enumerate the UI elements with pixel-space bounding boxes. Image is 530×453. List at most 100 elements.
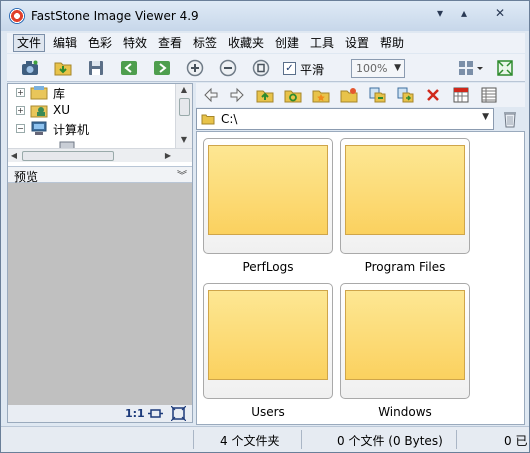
save-button[interactable] [86,58,106,78]
recycle-bin-icon[interactable] [501,109,519,129]
forward-button[interactable] [228,86,246,104]
actual-size-ratio-button[interactable]: 1:1 [125,407,145,420]
scroll-up-icon[interactable]: ▲ [176,84,192,96]
fullscreen-button[interactable] [495,58,515,78]
menu-color[interactable]: 色彩 [85,34,115,52]
move-to-folder-button[interactable] [396,86,414,104]
forward-arrow-icon [230,87,244,103]
preview-footer: 1:1 [8,405,192,422]
next-button[interactable] [152,58,172,78]
preview-header[interactable]: 预览 ︾ [8,166,192,184]
folder-icon [345,290,465,380]
status-folder-count: 4 个文件夹 [220,434,280,448]
menu-effects[interactable]: 特效 [120,34,150,52]
scroll-thumb[interactable] [22,151,114,161]
tree-item-partial[interactable] [8,138,174,148]
folder-icon [208,290,328,380]
scroll-thumb[interactable] [179,98,190,116]
up-folder-button[interactable] [256,86,274,104]
expand-icon[interactable]: + [16,106,25,115]
folder-thumbnail-users[interactable] [203,283,333,399]
zoom-in-button[interactable] [185,58,205,78]
menu-edit[interactable]: 编辑 [50,34,80,52]
previous-button[interactable] [119,58,139,78]
thumbnail-view-icon [459,61,483,75]
expand-icon[interactable]: + [16,88,25,97]
folder-label: Program Files [364,260,446,274]
scroll-right-icon[interactable]: ▶ [162,149,174,162]
menu-view[interactable]: 查看 [155,34,185,52]
scroll-down-icon[interactable]: ▼ [176,134,192,146]
zoom-value: 100% [356,62,388,75]
chevron-down-icon[interactable]: ▼ [482,112,489,122]
tree-item-xu[interactable]: + XU [8,102,174,120]
open-folder-button[interactable] [53,58,73,78]
maximize-button[interactable]: ▴ [451,4,477,22]
status-file-count: 0 个文件 (0 Bytes) [337,434,443,448]
actual-size-button[interactable] [251,58,271,78]
drive-icon [59,141,75,148]
folder-thumbnail-program-files[interactable] [340,138,470,254]
status-bar: 4 个文件夹 0 个文件 (0 Bytes) 0 已 [1,426,529,452]
camera-button[interactable] [20,58,40,78]
user-folder-icon [30,105,48,118]
refresh-button[interactable] [284,86,302,104]
thumbnails-view-button[interactable] [452,86,470,104]
menu-help[interactable]: 帮助 [377,34,407,52]
tree-vertical-scrollbar[interactable]: ▲ ▼ [175,84,192,148]
camera-icon [22,60,38,75]
star-folder-icon [312,90,330,103]
zoom-out-button[interactable] [218,58,238,78]
scroll-left-icon[interactable]: ◀ [8,149,20,162]
computer-icon [31,121,47,135]
tree-item-computer[interactable]: − 计算机 [8,120,174,138]
tree-item-library[interactable]: + 库 [8,84,174,102]
app-logo-icon [9,8,25,24]
menu-create[interactable]: 创建 [272,34,302,52]
folder-tree: + 库 + XU − 计算机 ▲ ▼ [8,84,192,148]
left-panel: + 库 + XU − 计算机 ▲ ▼ ◀ ▶ 预览 ︾ 1:1 [7,83,193,423]
delete-icon [427,89,439,101]
arrow-right-icon [154,61,170,75]
tree-horizontal-scrollbar[interactable]: ◀ ▶ [8,148,192,162]
folder-label: Users [251,405,285,419]
favorite-folder-button[interactable] [312,86,330,104]
menu-tags[interactable]: 标签 [190,34,220,52]
list-view-icon [481,87,497,103]
open-folder-icon [54,62,72,76]
preview-area [8,183,192,405]
view-mode-button[interactable] [457,58,485,78]
new-folder-button[interactable] [340,86,358,104]
chevron-down-icon: ▼ [394,63,401,73]
fit-window-icon[interactable] [171,406,186,421]
collapse-icon[interactable]: − [16,124,25,133]
title-bar: FastStone Image Viewer 4.9 ▾ ▴ ✕ [1,1,529,31]
smooth-checkbox[interactable]: ✓ [283,62,296,75]
grid-view-icon [453,87,469,103]
delete-button[interactable] [424,86,442,104]
up-folder-icon [256,90,274,103]
zoom-select[interactable]: 100% ▼ [351,59,405,78]
path-combobox[interactable]: C:\ ▼ [196,108,494,130]
double-chevron-down-icon[interactable]: ︾ [177,167,187,182]
details-view-button[interactable] [480,86,498,104]
minimize-button[interactable]: ▾ [427,4,453,22]
copy-to-folder-button[interactable] [368,86,386,104]
fit-width-icon[interactable] [148,406,163,421]
folder-thumbnail-perflogs[interactable] [203,138,333,254]
zoom-in-icon [186,59,204,77]
back-button[interactable] [202,86,220,104]
close-button[interactable]: ✕ [487,4,513,22]
menu-settings[interactable]: 设置 [342,34,372,52]
tree-item-label: 计算机 [53,123,90,137]
folder-icon [201,114,215,125]
folder-thumbnail-windows[interactable] [340,283,470,399]
menu-file[interactable]: 文件 [13,34,46,52]
refresh-icon [284,90,302,103]
tree-item-label: 库 [53,87,66,101]
thumbnail-grid: PerfLogs Program Files Users Windows [196,131,525,425]
new-folder-icon [340,88,358,103]
menu-favorites[interactable]: 收藏夹 [225,34,267,52]
menu-tools[interactable]: 工具 [307,34,337,52]
path-value: C:\ [221,112,238,126]
